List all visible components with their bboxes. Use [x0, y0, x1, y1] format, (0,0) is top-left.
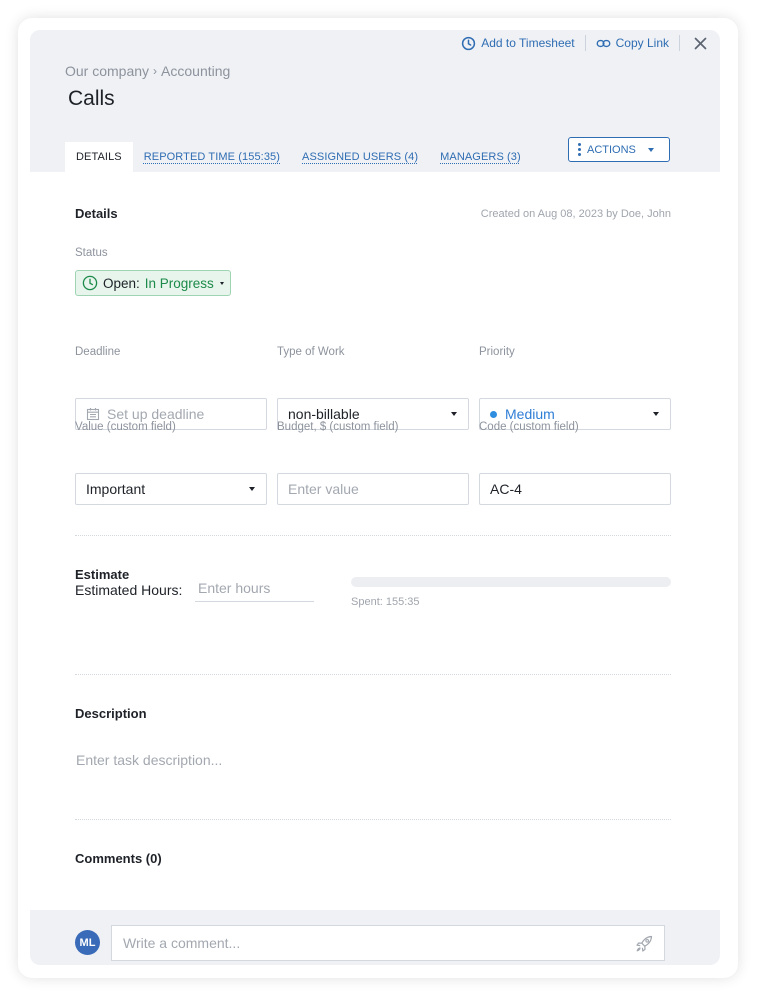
- deadline-placeholder: Set up deadline: [107, 406, 205, 422]
- caret-down-icon: [653, 412, 659, 416]
- actions-button[interactable]: ACTIONS: [568, 137, 670, 162]
- close-icon: [694, 37, 706, 49]
- priority-dot-icon: [490, 410, 497, 418]
- spent-progress-bar: [351, 577, 671, 587]
- top-toolbar: Add to Timesheet Copy Link: [451, 30, 720, 56]
- clock-icon: [82, 275, 98, 291]
- clock-icon: [462, 36, 476, 50]
- tab-reported-time[interactable]: REPORTED TIME (155:35): [133, 142, 291, 172]
- deadline-label: Deadline: [75, 346, 121, 358]
- task-dialog: Add to Timesheet Copy Link Our company ›…: [18, 18, 738, 978]
- comments-heading: Comments (0): [75, 851, 162, 866]
- code-label: Code (custom field): [479, 421, 579, 433]
- estimated-hours-label: Estimated Hours:: [75, 582, 183, 598]
- close-button[interactable]: [680, 30, 720, 56]
- status-value: In Progress: [144, 275, 214, 291]
- code-value: AC-4: [490, 481, 522, 497]
- estimated-hours-input[interactable]: [195, 574, 314, 602]
- caret-down-icon: [451, 412, 457, 416]
- breadcrumb-company[interactable]: Our company: [65, 63, 149, 79]
- comment-box[interactable]: [111, 925, 665, 961]
- priority-label: Priority: [479, 346, 515, 358]
- add-to-timesheet-button[interactable]: Add to Timesheet: [451, 30, 584, 56]
- more-vertical-icon: [578, 143, 581, 156]
- tab-bar: DETAILS REPORTED TIME (155:35) ASSIGNED …: [65, 142, 532, 172]
- value-label: Value (custom field): [75, 421, 176, 433]
- description-input[interactable]: [76, 752, 672, 768]
- details-heading: Details: [75, 206, 118, 221]
- created-info: Created on Aug 08, 2023 by Doe, John: [480, 208, 671, 220]
- avatar: ML: [75, 930, 100, 955]
- tab-managers[interactable]: MANAGERS (3): [429, 142, 532, 172]
- copy-link-button[interactable]: Copy Link: [586, 30, 679, 56]
- code-field[interactable]: AC-4: [479, 473, 671, 505]
- description-heading: Description: [75, 706, 147, 721]
- breadcrumb: Our company › Accounting: [65, 63, 230, 79]
- details-body: Details Created on Aug 08, 2023 by Doe, …: [30, 172, 720, 910]
- task-panel: Add to Timesheet Copy Link Our company ›…: [30, 30, 720, 965]
- caret-down-icon: [647, 147, 654, 152]
- status-dropdown[interactable]: Open: In Progress: [75, 270, 231, 296]
- page-title: Calls: [68, 87, 115, 110]
- breadcrumb-project[interactable]: Accounting: [161, 63, 230, 79]
- section-divider: [75, 535, 671, 536]
- comment-input[interactable]: [123, 935, 623, 951]
- value-select[interactable]: Important: [75, 473, 267, 505]
- caret-down-icon: [249, 487, 255, 491]
- chevron-right-icon: ›: [153, 64, 158, 78]
- tab-details[interactable]: DETAILS: [65, 142, 133, 172]
- section-divider: [75, 819, 671, 820]
- estimate-heading: Estimate: [75, 567, 130, 582]
- priority-value: Medium: [505, 406, 555, 422]
- calendar-icon: [86, 408, 100, 421]
- copy-link-label: Copy Link: [615, 36, 669, 50]
- budget-field[interactable]: [277, 473, 469, 505]
- value-value: Important: [86, 481, 146, 497]
- type-of-work-label: Type of Work: [277, 346, 345, 358]
- status-label: Status: [75, 247, 108, 259]
- rocket-icon[interactable]: [634, 934, 654, 954]
- budget-label: Budget, $ (custom field): [277, 421, 399, 433]
- add-to-timesheet-label: Add to Timesheet: [481, 36, 575, 50]
- status-state: Open:: [103, 275, 140, 291]
- budget-input[interactable]: [288, 481, 458, 497]
- link-icon: [596, 39, 611, 47]
- spent-time: Spent: 155:35: [351, 596, 420, 608]
- section-divider: [75, 674, 671, 675]
- actions-label: ACTIONS: [587, 143, 636, 156]
- type-of-work-value: non-billable: [288, 406, 360, 422]
- caret-down-icon: [219, 281, 224, 285]
- tab-assigned-users[interactable]: ASSIGNED USERS (4): [291, 142, 429, 172]
